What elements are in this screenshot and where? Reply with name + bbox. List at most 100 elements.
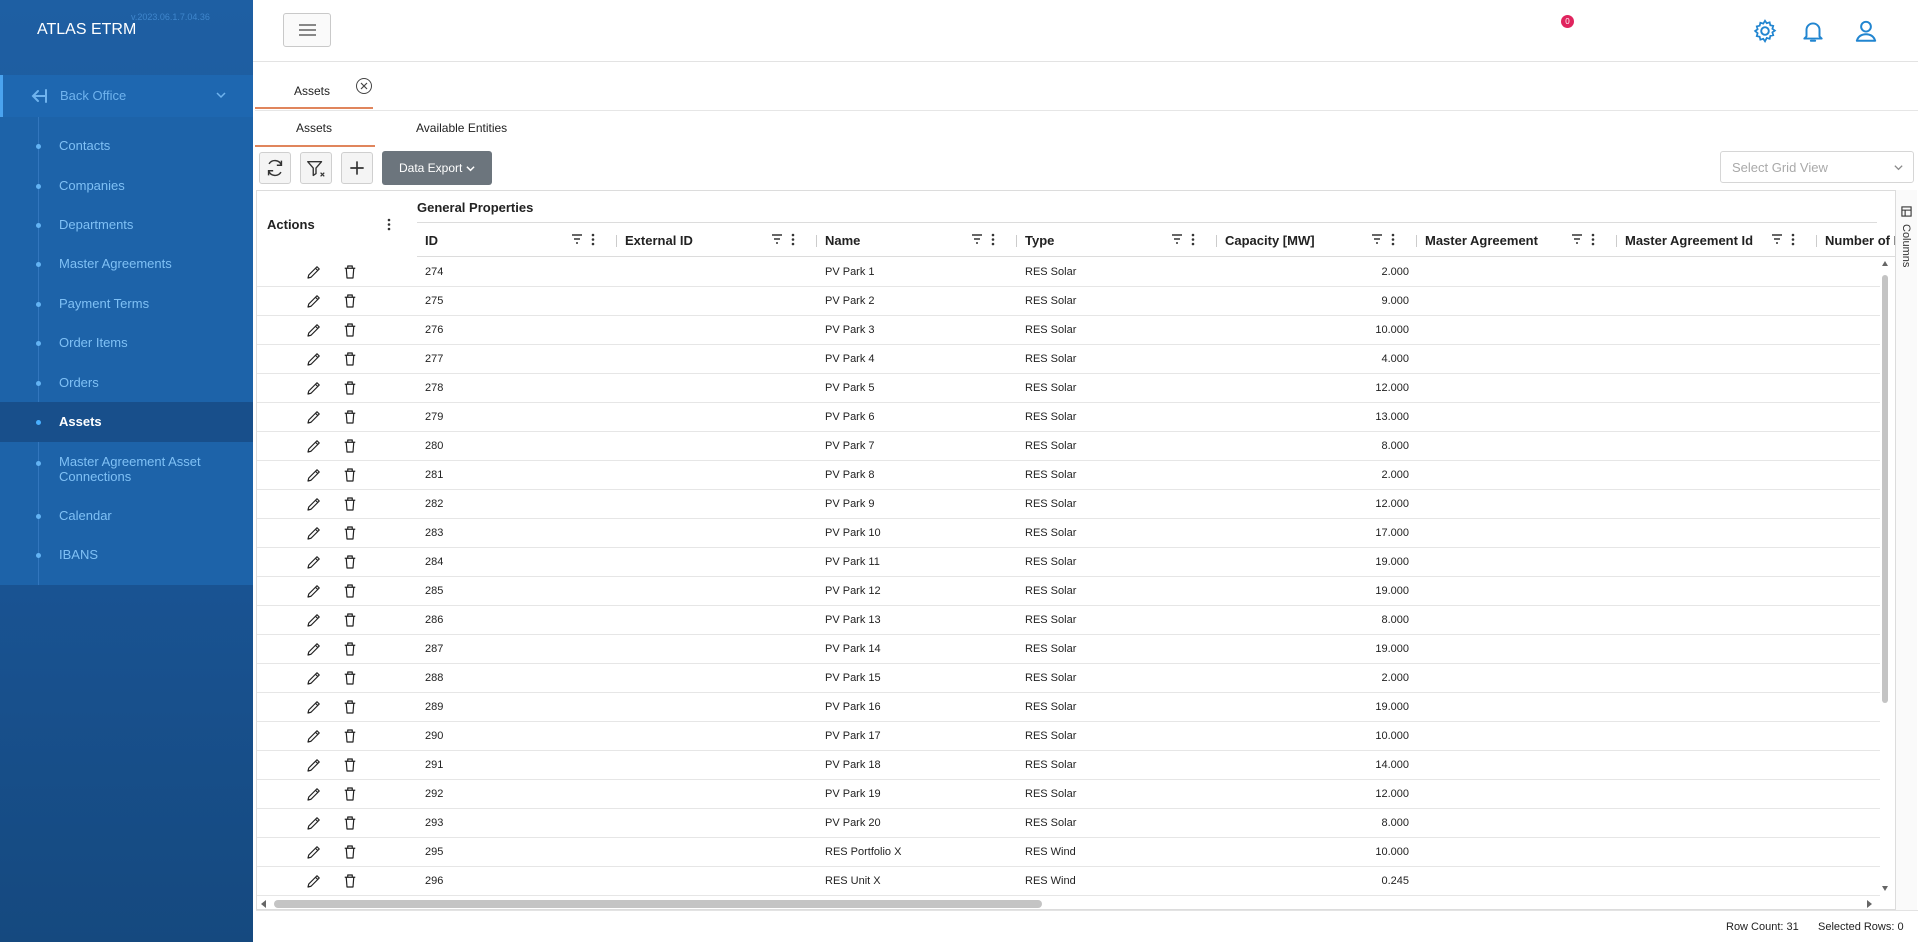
filter-icon[interactable] xyxy=(1371,233,1383,245)
column-menu-icon[interactable] xyxy=(791,233,795,246)
edit-icon[interactable] xyxy=(305,553,323,571)
column-header-master-agreement[interactable]: Master Agreement xyxy=(1417,223,1617,257)
column-header-type[interactable]: Type xyxy=(1017,223,1217,257)
filter-icon[interactable] xyxy=(571,233,583,245)
tab-available-entities[interactable]: Available Entities xyxy=(375,111,535,147)
table-row[interactable]: 283 PV Park 10 RES Solar 17.000 xyxy=(257,519,1880,548)
trash-icon[interactable] xyxy=(341,408,359,426)
trash-icon[interactable] xyxy=(341,611,359,629)
table-row[interactable]: 281 PV Park 8 RES Solar 2.000 xyxy=(257,461,1880,490)
edit-icon[interactable] xyxy=(305,321,323,339)
column-header-id[interactable]: ID xyxy=(417,223,617,257)
column-header-capacity[interactable]: Capacity [MW] xyxy=(1217,223,1417,257)
table-row[interactable]: 276 PV Park 3 RES Solar 10.000 xyxy=(257,316,1880,345)
edit-icon[interactable] xyxy=(305,756,323,774)
column-menu-icon[interactable] xyxy=(1191,233,1195,246)
filter-icon[interactable] xyxy=(1571,233,1583,245)
edit-icon[interactable] xyxy=(305,379,323,397)
edit-icon[interactable] xyxy=(305,785,323,803)
table-row[interactable]: 285 PV Park 12 RES Solar 19.000 xyxy=(257,577,1880,606)
trash-icon[interactable] xyxy=(341,524,359,542)
sidebar-item-payment-terms[interactable]: Payment Terms xyxy=(0,294,253,314)
trash-icon[interactable] xyxy=(341,466,359,484)
trash-icon[interactable] xyxy=(341,263,359,281)
edit-icon[interactable] xyxy=(305,437,323,455)
add-button[interactable] xyxy=(341,152,373,184)
hamburger-menu-button[interactable] xyxy=(283,13,331,47)
sidebar-item-assets[interactable]: Assets xyxy=(0,402,253,442)
edit-icon[interactable] xyxy=(305,669,323,687)
scroll-left-icon[interactable] xyxy=(259,899,269,909)
filter-icon[interactable] xyxy=(1171,233,1183,245)
table-row[interactable]: 278 PV Park 5 RES Solar 12.000 xyxy=(257,374,1880,403)
trash-icon[interactable] xyxy=(341,321,359,339)
sidebar-item-order-items[interactable]: Order Items xyxy=(0,333,253,353)
edit-icon[interactable] xyxy=(305,292,323,310)
column-menu-icon[interactable] xyxy=(387,218,391,231)
edit-icon[interactable] xyxy=(305,263,323,281)
trash-icon[interactable] xyxy=(341,785,359,803)
column-menu-icon[interactable] xyxy=(1791,233,1795,246)
trash-icon[interactable] xyxy=(341,669,359,687)
edit-icon[interactable] xyxy=(305,350,323,368)
trash-icon[interactable] xyxy=(341,698,359,716)
table-row[interactable]: 277 PV Park 4 RES Solar 4.000 xyxy=(257,345,1880,374)
edit-icon[interactable] xyxy=(305,408,323,426)
table-row[interactable]: 274 PV Park 1 RES Solar 2.000 xyxy=(257,258,1880,287)
table-row[interactable]: 289 PV Park 16 RES Solar 19.000 xyxy=(257,693,1880,722)
trash-icon[interactable] xyxy=(341,495,359,513)
sidebar-item-master-agreement-asset-connections[interactable]: Master Agreement Asset Connections xyxy=(0,453,253,487)
gear-icon[interactable] xyxy=(1752,18,1778,44)
edit-icon[interactable] xyxy=(305,727,323,745)
trash-icon[interactable] xyxy=(341,292,359,310)
filter-icon[interactable] xyxy=(1771,233,1783,245)
column-header-name[interactable]: Name xyxy=(817,223,1017,257)
column-header-external-id[interactable]: External ID xyxy=(617,223,817,257)
edit-icon[interactable] xyxy=(305,611,323,629)
sidebar-item-departments[interactable]: Departments xyxy=(0,215,253,235)
filter-icon[interactable] xyxy=(971,233,983,245)
trash-icon[interactable] xyxy=(341,756,359,774)
edit-icon[interactable] xyxy=(305,495,323,513)
edit-icon[interactable] xyxy=(305,872,323,890)
column-menu-icon[interactable] xyxy=(1391,233,1395,246)
table-row[interactable]: 290 PV Park 17 RES Solar 10.000 xyxy=(257,722,1880,751)
edit-icon[interactable] xyxy=(305,814,323,832)
edit-icon[interactable] xyxy=(305,582,323,600)
table-row[interactable]: 280 PV Park 7 RES Solar 8.000 xyxy=(257,432,1880,461)
column-header-number-of-r[interactable]: Number of R xyxy=(1817,223,1895,257)
grid-view-select[interactable]: Select Grid View xyxy=(1720,151,1914,183)
edit-icon[interactable] xyxy=(305,466,323,484)
bell-icon[interactable] xyxy=(1800,18,1826,44)
close-tab-icon[interactable] xyxy=(355,77,373,95)
table-row[interactable]: 296 RES Unit X RES Wind 0.245 xyxy=(257,867,1880,896)
trash-icon[interactable] xyxy=(341,727,359,745)
column-menu-icon[interactable] xyxy=(591,233,595,246)
trash-icon[interactable] xyxy=(341,437,359,455)
columns-tool-panel-button[interactable]: Columns xyxy=(1895,190,1917,910)
table-row[interactable]: 287 PV Park 14 RES Solar 19.000 xyxy=(257,635,1880,664)
edit-icon[interactable] xyxy=(305,640,323,658)
table-row[interactable]: 291 PV Park 18 RES Solar 14.000 xyxy=(257,751,1880,780)
column-menu-icon[interactable] xyxy=(991,233,995,246)
table-row[interactable]: 286 PV Park 13 RES Solar 8.000 xyxy=(257,606,1880,635)
refresh-button[interactable] xyxy=(259,152,291,184)
column-header-master-agreement-id[interactable]: Master Agreement Id xyxy=(1617,223,1817,257)
edit-icon[interactable] xyxy=(305,698,323,716)
table-row[interactable]: 282 PV Park 9 RES Solar 12.000 xyxy=(257,490,1880,519)
sidebar-item-master-agreements[interactable]: Master Agreements xyxy=(0,254,253,274)
sidebar-item-companies[interactable]: Companies xyxy=(0,176,253,196)
sidebar-item-calendar[interactable]: Calendar xyxy=(0,506,253,526)
sidebar-section-back-office[interactable]: Back Office xyxy=(0,75,253,117)
data-export-button[interactable]: Data Export xyxy=(382,151,492,185)
table-row[interactable]: 284 PV Park 11 RES Solar 19.000 xyxy=(257,548,1880,577)
sidebar-item-orders[interactable]: Orders xyxy=(0,373,253,393)
sidebar-item-contacts[interactable]: Contacts xyxy=(0,136,253,156)
table-row[interactable]: 275 PV Park 2 RES Solar 9.000 xyxy=(257,287,1880,316)
filter-icon[interactable] xyxy=(771,233,783,245)
column-menu-icon[interactable] xyxy=(1591,233,1595,246)
trash-icon[interactable] xyxy=(341,350,359,368)
scroll-right-icon[interactable] xyxy=(1864,899,1874,909)
trash-icon[interactable] xyxy=(341,872,359,890)
table-row[interactable]: 288 PV Park 15 RES Solar 2.000 xyxy=(257,664,1880,693)
